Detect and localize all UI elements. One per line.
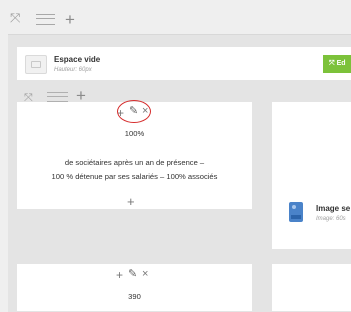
close-icon[interactable]: × xyxy=(142,268,148,280)
text-block[interactable]: + ✎ × 100% de sociétaires après un an de… xyxy=(17,100,252,209)
rows-icon[interactable] xyxy=(36,14,55,25)
columns-icon[interactable] xyxy=(47,92,68,102)
block-thumbnail-icon xyxy=(25,55,47,74)
block-subtitle: Hauteur: 60px xyxy=(54,67,92,73)
image-block[interactable]: Image se Image: 60s xyxy=(272,102,351,249)
block-title: Espace vide xyxy=(54,55,101,64)
edit-button-label: Ed xyxy=(336,60,346,67)
add-icon[interactable]: + xyxy=(116,268,123,282)
expand-icon: ⤧ xyxy=(329,60,335,67)
image-icon xyxy=(289,202,303,222)
bottom-block[interactable]: + ✎ × 390 xyxy=(17,264,252,311)
text-line-2: 100 % détenue par ses salariés – 100% as… xyxy=(51,172,218,181)
bottom-value: 390 xyxy=(128,292,141,301)
empty-space-block[interactable]: Espace vide Hauteur: 60px ⤧ Ed xyxy=(17,47,351,80)
add-row-button[interactable]: + xyxy=(65,11,75,28)
edit-pencil-icon[interactable]: ✎ xyxy=(128,267,137,280)
image-subtitle: Image: 60s xyxy=(316,216,346,222)
highlight-circle xyxy=(117,100,151,123)
bottom-right-block[interactable] xyxy=(272,264,351,311)
edit-button[interactable]: ⤧ Ed xyxy=(323,55,351,73)
percent-value: 100% xyxy=(124,129,145,138)
text-line-1: de sociétaires après un an de présence – xyxy=(64,158,205,167)
image-title: Image se xyxy=(316,204,351,213)
expand-icon[interactable]: ⤧ xyxy=(10,11,20,24)
add-element-button[interactable]: + xyxy=(127,194,135,209)
add-column-button[interactable]: + xyxy=(76,87,86,104)
